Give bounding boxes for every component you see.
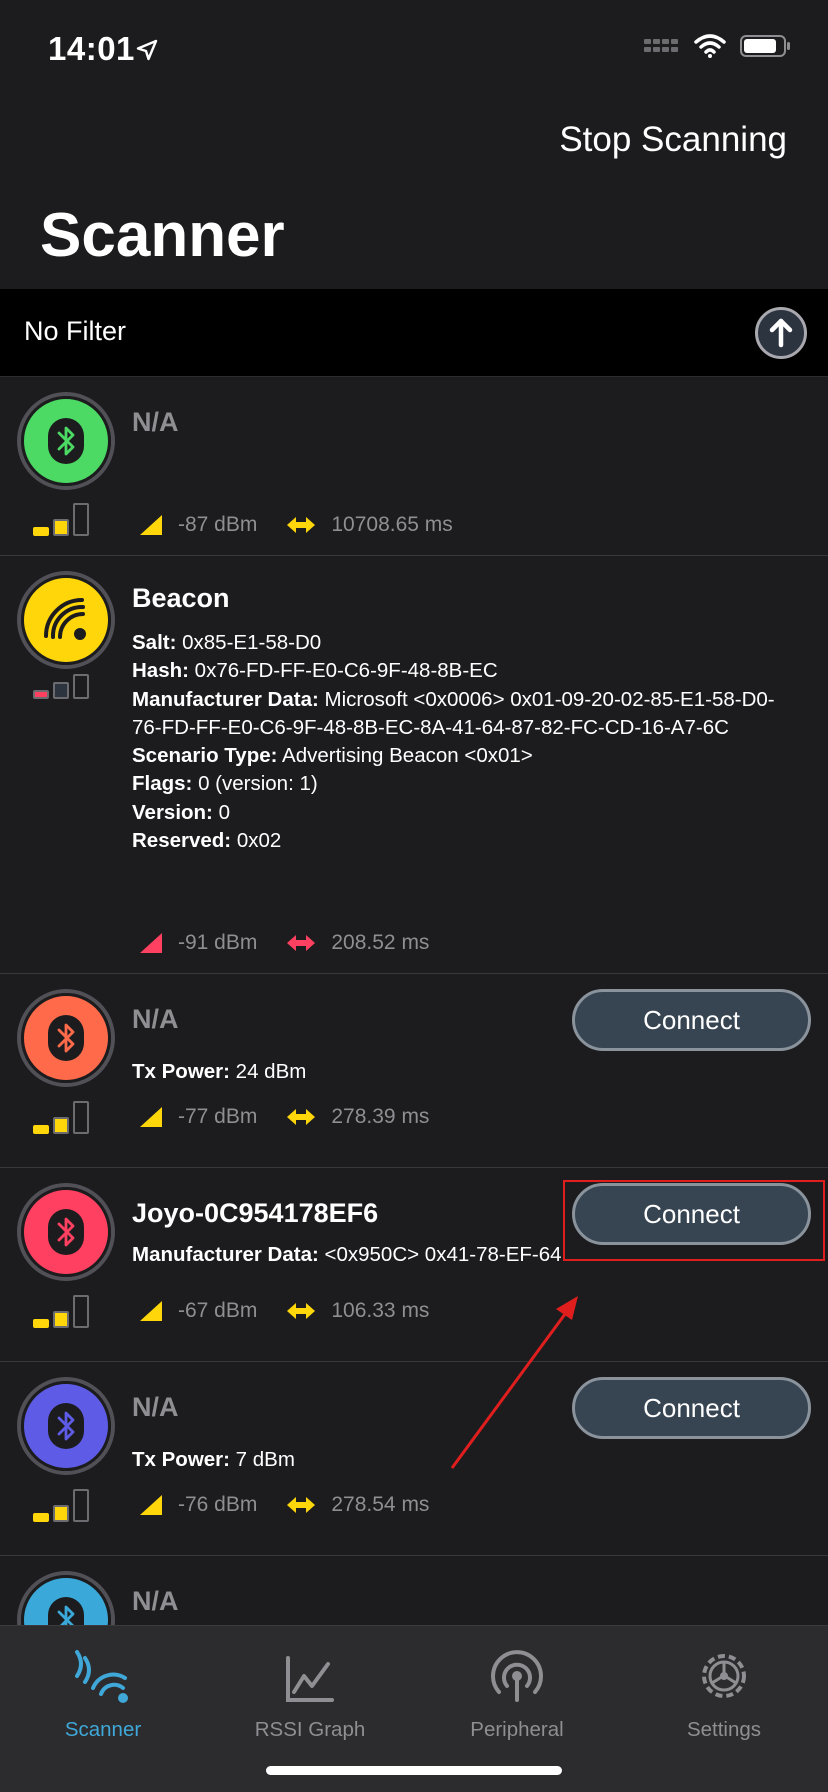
wifi-icon [694, 34, 726, 58]
rssi-value: -91 dBm [178, 931, 258, 954]
peripheral-icon [491, 1650, 543, 1702]
home-indicator[interactable] [266, 1766, 562, 1775]
bluetooth-icon [48, 1015, 84, 1061]
device-name: N/A [132, 1586, 179, 1616]
device-name: Beacon [132, 583, 230, 613]
detail-row: Hash: 0x76-FD-FF-E0-C6-9F-48-8B-EC [132, 659, 498, 683]
device-name: Joyo-0C954178EF6 [132, 1198, 379, 1228]
filter-bar[interactable]: No Filter [0, 289, 828, 377]
detail-row: Scenario Type: Advertising Beacon <0x01> [132, 744, 533, 768]
advertisement-details: Tx Power: 24 dBm [132, 1058, 792, 1086]
rssi-triangle-icon [140, 515, 162, 535]
bluetooth-icon [48, 418, 84, 464]
device-stats: -77 dBm 278.39 ms [138, 1105, 429, 1129]
device-stats: -67 dBm 106.33 ms [138, 1299, 429, 1323]
rssi-value: -77 dBm [178, 1105, 258, 1128]
device-stats: -87 dBm 10708.65 ms [138, 513, 453, 537]
connect-button[interactable]: Connect [572, 989, 811, 1051]
tab-label: Peripheral [470, 1718, 564, 1741]
advertisement-details: Tx Power: 7 dBm [132, 1446, 792, 1474]
signal-strength-icon [33, 503, 89, 536]
detail-row: Salt: 0x85-E1-58-D0 [132, 631, 322, 654]
interval-value: 10708.65 ms [331, 513, 453, 536]
rssi-value: -67 dBm [178, 1299, 258, 1322]
interval-arrows-icon [287, 1497, 316, 1513]
device-avatar [17, 1183, 115, 1281]
stop-scanning-button[interactable]: Stop Scanning [559, 120, 787, 160]
bluetooth-icon [48, 1597, 84, 1625]
device-stats: -91 dBm 208.52 ms [138, 931, 429, 955]
device-avatar [17, 571, 115, 669]
interval-value: 278.39 ms [331, 1105, 430, 1128]
device-list[interactable]: N/A -87 dBm 10708.65 ms Beacon Salt: 0x8… [0, 377, 828, 1625]
interval-value: 208.52 ms [331, 931, 430, 954]
detail-row: Version: 0 [132, 800, 230, 824]
device-avatar [17, 1571, 115, 1625]
interval-arrows-icon [287, 1303, 316, 1319]
detail-row: Flags: 0 (version: 1) [132, 772, 318, 796]
device-cell[interactable]: N/A -87 dBm 10708.65 ms [0, 377, 828, 556]
rssi-triangle-icon [140, 933, 162, 953]
tab-settings[interactable]: Settings [624, 1644, 824, 1742]
battery-icon [740, 35, 790, 57]
device-name: N/A [132, 407, 179, 437]
signal-strength-icon [33, 1295, 89, 1328]
device-name: N/A [132, 1004, 179, 1034]
device-name: N/A [132, 1392, 179, 1422]
scanner-icon [75, 1650, 128, 1703]
location-arrow-icon [136, 39, 158, 61]
bluetooth-icon [48, 1209, 84, 1255]
interval-arrows-icon [287, 517, 316, 533]
advertisement-details: Salt: 0x85-E1-58-D0 Hash: 0x76-FD-FF-E0-… [132, 629, 792, 855]
connect-button[interactable]: Connect [572, 1377, 811, 1439]
detail-row: Tx Power: 24 dBm [132, 1060, 307, 1083]
device-cell[interactable]: Beacon Salt: 0x85-E1-58-D0 Hash: 0x76-FD… [0, 556, 828, 974]
graph-icon [286, 1656, 334, 1702]
signal-strength-icon [33, 1101, 89, 1134]
tab-label: Settings [686, 1718, 762, 1741]
tab-scanner[interactable]: Scanner [3, 1644, 203, 1742]
detail-row: Reserved: 0x02 [132, 829, 282, 853]
device-stats: -76 dBm 278.54 ms [138, 1493, 429, 1517]
detail-row: Tx Power: 7 dBm [132, 1448, 295, 1471]
rssi-value: -87 dBm [178, 513, 258, 536]
cellular-signal-icon [644, 39, 678, 52]
beacon-icon [44, 598, 86, 640]
device-cell[interactable]: N/A Connect Tx Power: 24 dBm -77 dBm 278… [0, 974, 828, 1168]
tab-rssi-graph[interactable]: RSSI Graph [210, 1644, 410, 1742]
interval-value: 278.54 ms [331, 1493, 430, 1516]
rssi-triangle-icon [140, 1495, 162, 1515]
status-bar: 14:01 [0, 0, 828, 100]
sort-toggle-button[interactable] [755, 307, 807, 359]
device-avatar [17, 392, 115, 490]
settings-icon [702, 1654, 746, 1698]
interval-value: 106.33 ms [331, 1299, 430, 1322]
status-time: 14:01 [48, 30, 135, 67]
device-avatar [17, 989, 115, 1087]
rssi-triangle-icon [140, 1107, 162, 1127]
filter-label: No Filter [24, 316, 127, 346]
device-cell[interactable]: N/A Connect Tx Power: 7 dBm -76 dBm 278.… [0, 1362, 828, 1556]
device-cell[interactable]: N/A [0, 1556, 828, 1625]
interval-arrows-icon [287, 935, 316, 951]
tab-label: RSSI Graph [254, 1718, 366, 1741]
annotation-highlight-box [563, 1180, 825, 1261]
detail-row: Manufacturer Data: Microsoft <0x0006> 0x… [132, 687, 775, 739]
rssi-triangle-icon [140, 1301, 162, 1321]
tab-peripheral[interactable]: Peripheral [417, 1644, 617, 1742]
page-title: Scanner [40, 201, 285, 270]
rssi-value: -76 dBm [178, 1493, 258, 1516]
arrow-up-icon [769, 318, 793, 348]
signal-strength-icon [33, 674, 89, 699]
device-avatar [17, 1377, 115, 1475]
bluetooth-icon [48, 1403, 84, 1449]
interval-arrows-icon [287, 1109, 316, 1125]
tab-label: Scanner [64, 1718, 142, 1741]
signal-strength-icon [33, 1489, 89, 1522]
